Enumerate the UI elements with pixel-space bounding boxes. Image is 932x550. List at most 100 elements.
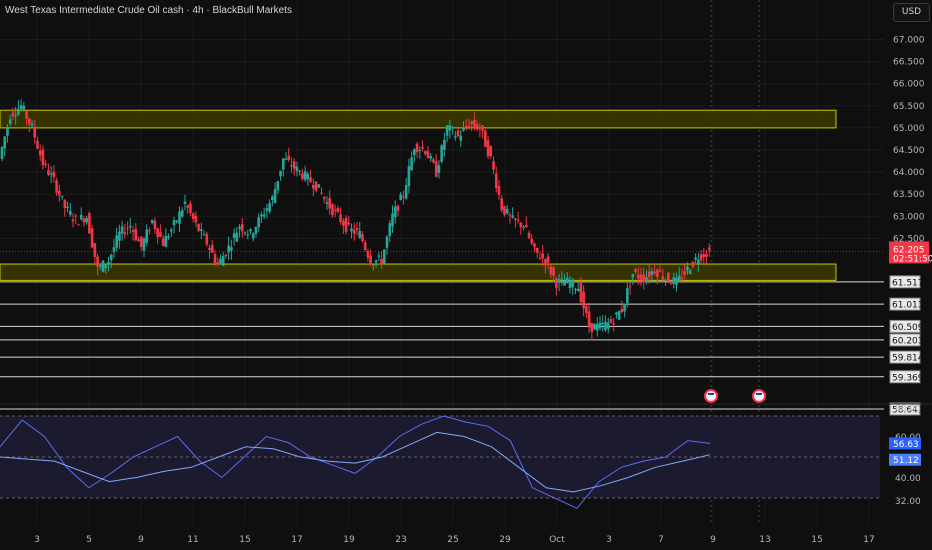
candle-body — [707, 247, 711, 251]
y-tick-label: 64.500 — [893, 146, 925, 156]
x-tick-label: 13 — [759, 535, 770, 545]
candle-body — [410, 157, 413, 171]
candle-body — [33, 126, 37, 138]
candle-body — [336, 207, 340, 212]
candle-body — [328, 198, 331, 209]
candle-body — [432, 159, 435, 163]
candle-body — [79, 214, 83, 220]
candle-body — [90, 228, 94, 248]
candle-body — [437, 165, 441, 173]
candle-body — [292, 161, 296, 169]
x-tick-label: 15 — [239, 535, 250, 545]
candle-body — [462, 127, 465, 131]
candle-body — [705, 253, 708, 257]
candle-body — [399, 194, 402, 200]
candle-body — [467, 126, 471, 128]
candle-body — [63, 199, 67, 209]
candle-body — [667, 272, 670, 282]
candle-body — [295, 166, 299, 172]
candle-body — [576, 288, 580, 292]
level-label: 60.203 — [892, 336, 924, 346]
candle-body — [574, 288, 577, 290]
candle-body — [702, 254, 706, 258]
candle-body — [243, 232, 247, 234]
x-tick-label: 17 — [863, 535, 874, 545]
candle-body — [208, 247, 211, 250]
candle-body — [104, 264, 108, 269]
candle-body — [36, 140, 39, 149]
candle-body — [150, 219, 154, 223]
candle-body — [191, 213, 195, 219]
candle-body — [194, 216, 198, 223]
candle-body — [180, 210, 184, 217]
candle-body — [402, 196, 405, 198]
candle-body — [126, 227, 129, 229]
candle-body — [606, 322, 610, 329]
candle-body — [418, 149, 422, 151]
candle-body — [153, 220, 157, 230]
candle-body — [604, 321, 607, 331]
candle-body — [309, 177, 312, 183]
candle-body — [514, 218, 517, 220]
x-tick-label: 17 — [291, 535, 302, 545]
candle-body — [601, 323, 605, 325]
candle-body — [443, 139, 446, 150]
candle-body — [645, 277, 648, 283]
us-flag-icon — [752, 389, 766, 403]
candle-body — [664, 279, 667, 282]
candle-body — [497, 186, 501, 195]
x-tick-label: 7 — [658, 535, 664, 545]
candle-body — [202, 234, 206, 236]
countdown-label: 02:51:50 — [893, 254, 932, 264]
candle-body — [358, 230, 362, 238]
candle-body — [82, 218, 86, 223]
candle-body — [563, 282, 566, 286]
level-label: 61.013 — [892, 301, 924, 311]
candle-body — [407, 166, 411, 187]
currency-button[interactable]: USD — [893, 3, 930, 22]
candle-body — [118, 231, 121, 241]
y-tick-label: 65.500 — [893, 102, 925, 112]
candle-body — [120, 226, 124, 234]
candle-body — [167, 236, 170, 238]
level-label: 59.369 — [892, 373, 924, 383]
chart-canvas[interactable]: 3 5 9 11 15 17 19 23 25 29 Oct 3 7 9 13 15 17 67.000 66.50… — [0, 0, 932, 550]
candle-body — [88, 213, 91, 234]
candle-body — [290, 165, 293, 167]
candle-body — [503, 206, 506, 215]
candle-body — [552, 267, 555, 276]
x-tick-label: Oct — [549, 535, 565, 545]
candle-body — [129, 225, 132, 228]
y-tick-label: 66.000 — [893, 80, 925, 90]
candle-body — [568, 282, 572, 289]
candle-body — [281, 158, 285, 170]
candle-body — [68, 210, 72, 215]
candle-body — [391, 213, 394, 227]
candle-body — [134, 228, 138, 241]
candle-body — [347, 222, 351, 225]
candle-body — [25, 110, 28, 119]
candle-body — [268, 203, 271, 212]
candle-body — [675, 277, 678, 285]
x-tick-label: 29 — [499, 535, 511, 545]
chart-window: 3 5 9 11 15 17 19 23 25 29 Oct 3 7 9 13 15 17 67.000 66.50… — [0, 0, 932, 550]
candle-body — [423, 151, 427, 155]
candle-body — [393, 206, 397, 218]
candle-body — [123, 232, 127, 235]
candle-body — [459, 135, 463, 141]
candle-body — [301, 173, 304, 179]
candle-body — [691, 261, 695, 267]
candle-body — [219, 258, 222, 264]
candle-body — [623, 303, 626, 312]
candle-body — [284, 158, 288, 160]
candle-body — [426, 151, 430, 159]
candle-body — [525, 224, 528, 228]
candle-body — [279, 170, 282, 177]
candle-body — [669, 283, 673, 285]
candle-body — [115, 235, 118, 248]
x-tick-label: 19 — [343, 535, 355, 545]
rsi-y-tick: 40.00 — [895, 474, 921, 484]
support-resistance-zone — [0, 109, 837, 129]
candle-body — [511, 215, 514, 218]
candle-body — [634, 269, 637, 273]
